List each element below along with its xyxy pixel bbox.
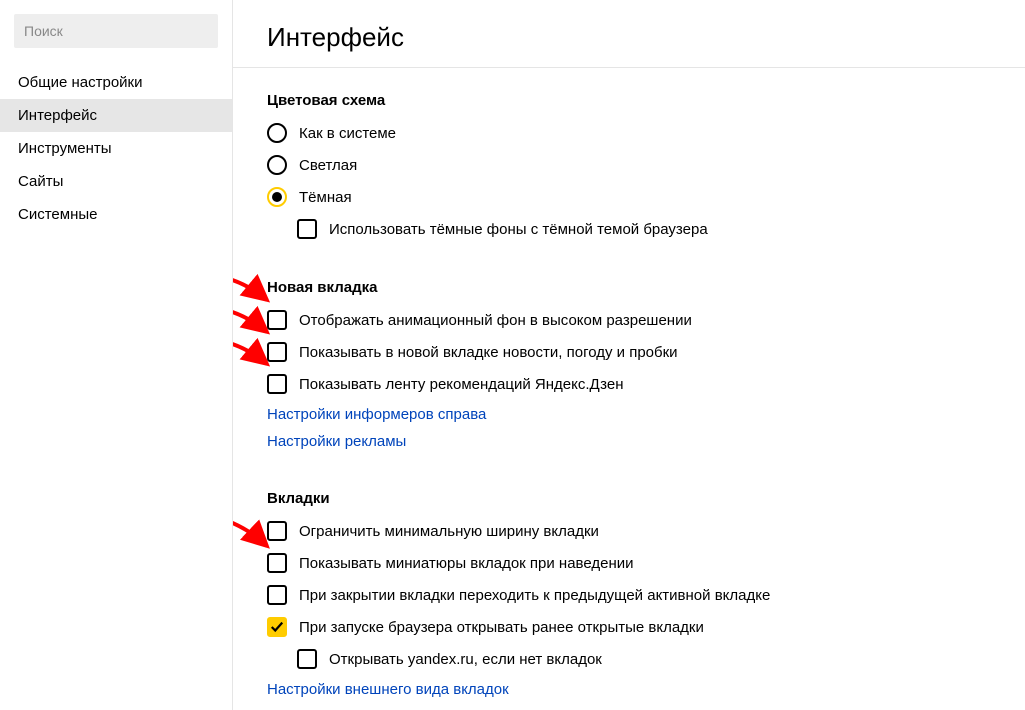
checkbox-icon [267,553,287,573]
main-content: Интерфейс Цветовая схема Как в системе С… [233,0,1025,710]
checkbox-icon [267,310,287,330]
radio-label: Как в системе [299,125,396,142]
checkbox-icon [297,649,317,669]
radio-option-system[interactable]: Как в системе [267,123,991,143]
checkbox-icon [267,585,287,605]
radio-icon [267,155,287,175]
section-color-scheme: Цветовая схема Как в системе Светлая Тём… [267,92,991,239]
checkbox-label: При запуске браузера открывать ранее отк… [299,619,704,636]
checkbox-label: Показывать в новой вкладке новости, пого… [299,344,678,361]
page-title: Интерфейс [267,22,991,53]
checkbox-label: Отображать анимационный фон в высоком ра… [299,312,692,329]
sidebar-item-system[interactable]: Системные [0,198,232,231]
link-tabs-appearance[interactable]: Настройки внешнего вида вкладок [267,681,509,698]
sidebar-item-general[interactable]: Общие настройки [0,66,232,99]
checkbox-icon [297,219,317,239]
section-tabs: Вкладки Ограничить минимальную ширину вк… [267,490,991,698]
sidebar-item-sites[interactable]: Сайты [0,165,232,198]
checkbox-icon [267,342,287,362]
checkbox-label: При закрытии вкладки переходить к предыд… [299,587,770,604]
radio-label: Тёмная [299,189,352,206]
checkbox-label: Показывать миниатюры вкладок при наведен… [299,555,634,572]
radio-option-light[interactable]: Светлая [267,155,991,175]
checkbox-news-weather[interactable]: Показывать в новой вкладке новости, пого… [267,342,991,362]
sidebar-item-label: Системные [18,206,97,223]
checkbox-open-yandex[interactable]: Открывать yandex.ru, если нет вкладок [297,649,991,669]
checkbox-animated-bg[interactable]: Отображать анимационный фон в высоком ра… [267,310,991,330]
section-title-tabs: Вкладки [267,490,991,507]
sidebar-item-label: Интерфейс [18,107,97,124]
search-input[interactable]: Поиск [14,14,218,48]
radio-label: Светлая [299,157,357,174]
checkbox-label: Показывать ленту рекомендаций Яндекс.Дзе… [299,376,624,393]
sidebar-item-interface[interactable]: Интерфейс [0,99,232,132]
checkbox-icon [267,521,287,541]
section-title-new-tab: Новая вкладка [267,279,991,296]
checkbox-icon [267,374,287,394]
checkbox-label: Открывать yandex.ru, если нет вкладок [329,651,602,668]
sidebar-item-label: Общие настройки [18,74,143,91]
checkbox-zen-feed[interactable]: Показывать ленту рекомендаций Яндекс.Дзе… [267,374,991,394]
radio-icon [267,123,287,143]
checkbox-dark-backgrounds[interactable]: Использовать тёмные фоны с тёмной темой … [297,219,991,239]
sidebar-item-tools[interactable]: Инструменты [0,132,232,165]
radio-option-dark[interactable]: Тёмная [267,187,991,207]
sidebar-item-label: Сайты [18,173,63,190]
section-new-tab: Новая вкладка Отображать анимационный фо… [267,279,991,450]
checkbox-icon [267,617,287,637]
horizontal-divider [233,67,1025,68]
link-informers-settings[interactable]: Настройки информеров справа [267,406,486,423]
checkbox-close-prev-active[interactable]: При закрытии вкладки переходить к предыд… [267,585,991,605]
checkbox-label: Ограничить минимальную ширину вкладки [299,523,599,540]
checkbox-min-tab-width[interactable]: Ограничить минимальную ширину вкладки [267,521,991,541]
search-placeholder: Поиск [24,23,63,39]
sidebar-item-label: Инструменты [18,140,112,157]
link-ads-settings[interactable]: Настройки рекламы [267,433,406,450]
section-title-color-scheme: Цветовая схема [267,92,991,109]
checkbox-tab-thumbnails[interactable]: Показывать миниатюры вкладок при наведен… [267,553,991,573]
checkbox-label: Использовать тёмные фоны с тёмной темой … [329,221,708,238]
checkbox-restore-tabs[interactable]: При запуске браузера открывать ранее отк… [267,617,991,637]
radio-icon [267,187,287,207]
sidebar: Поиск Общие настройки Интерфейс Инструме… [0,0,232,710]
